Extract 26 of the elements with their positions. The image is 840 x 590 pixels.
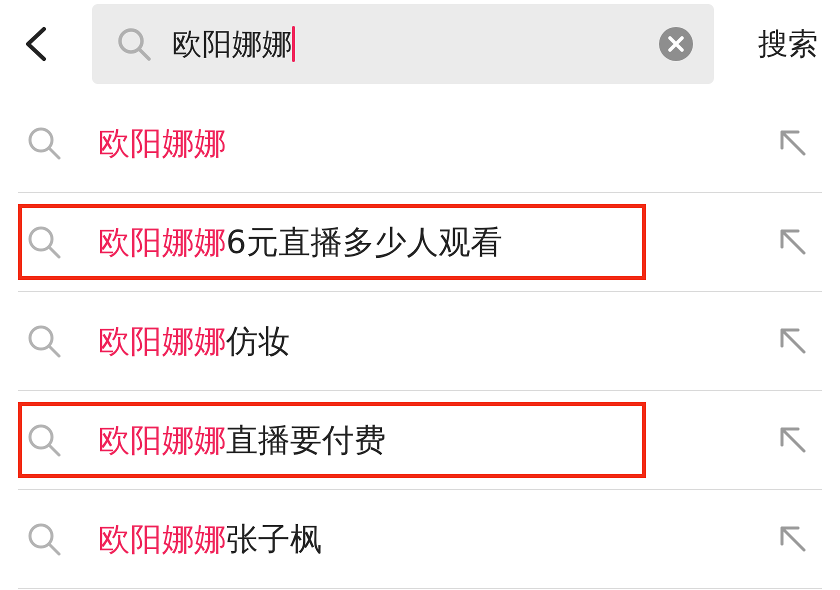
clear-icon[interactable]	[658, 26, 694, 62]
search-icon	[26, 125, 62, 161]
suggestion-text: 欧阳娜娜	[98, 123, 226, 164]
suggestion-item[interactable]: 欧阳娜娜仿妆	[18, 303, 646, 379]
search-icon	[26, 224, 62, 260]
suggestion-item[interactable]: 欧阳娜娜张子枫	[18, 501, 646, 577]
search-icon	[116, 26, 152, 62]
text-cursor	[292, 26, 295, 62]
fill-in-arrow-icon[interactable]	[778, 425, 808, 455]
search-icon	[26, 422, 62, 458]
suggestion-text: 欧阳娜娜仿妆	[98, 321, 290, 362]
fill-in-arrow-icon[interactable]	[778, 227, 808, 257]
suggestion-item[interactable]: 欧阳娜娜直播要付费	[18, 402, 646, 478]
suggestion-item[interactable]: 欧阳娜娜	[18, 105, 646, 181]
search-field[interactable]: 欧阳娜娜	[92, 4, 714, 84]
fill-in-arrow-icon[interactable]	[778, 128, 808, 158]
fill-in-arrow-icon[interactable]	[778, 326, 808, 356]
suggestion-text: 欧阳娜娜6元直播多少人观看	[98, 222, 502, 263]
suggestion-item[interactable]: 欧阳娜娜6元直播多少人观看	[18, 204, 646, 280]
search-query: 欧阳娜娜	[172, 26, 292, 64]
search-icon	[26, 323, 62, 359]
search-icon	[26, 521, 62, 557]
suggestion-text: 欧阳娜娜张子枫	[98, 519, 322, 560]
fill-in-arrow-icon[interactable]	[778, 524, 808, 554]
search-button[interactable]: 搜索	[758, 22, 818, 66]
suggestion-text: 欧阳娜娜直播要付费	[98, 420, 386, 461]
